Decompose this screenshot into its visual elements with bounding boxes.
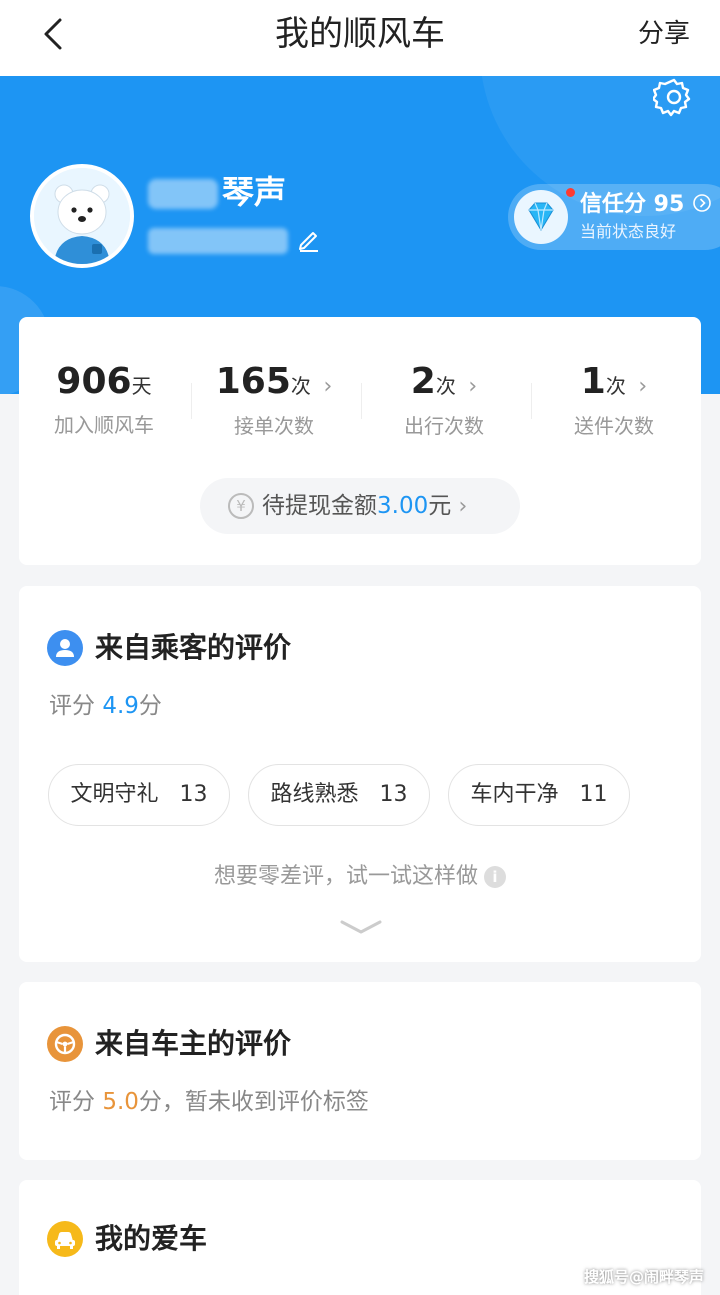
stat-value: 165 <box>215 361 291 402</box>
stat-label: 接单次数 <box>234 414 314 438</box>
tip-text: 想要零差评，试一试这样做 <box>213 864 478 889</box>
chevron-right-icon: › <box>458 494 468 519</box>
expand-button[interactable] <box>338 916 384 938</box>
driver-score: 评分 5.0分，暂未收到评价标签 <box>49 1089 369 1115</box>
username-text: 琴声 <box>222 173 287 211</box>
blurred-phone-number <box>148 228 288 254</box>
chevron-right-icon: › <box>323 374 333 399</box>
stat-unit: 天 <box>131 374 152 398</box>
passenger-icon <box>47 630 83 666</box>
stat-value: 2 <box>410 361 436 402</box>
gear-icon <box>651 78 691 117</box>
avatar[interactable] <box>30 164 134 268</box>
chevron-right-circle-icon <box>693 194 711 212</box>
section-title: 来自车主的评价 <box>95 1027 292 1060</box>
withdraw-unit: 元 <box>428 493 452 519</box>
username: 琴声 <box>148 172 286 212</box>
stat-unit: 次 <box>435 374 456 398</box>
stat-deliveries[interactable]: 1次 › 送件次数 <box>529 359 699 440</box>
page-title: 我的顺风车 <box>275 14 445 54</box>
withdraw-balance-button[interactable]: ¥ 待提现金额3.00元 › <box>200 478 520 534</box>
review-tag[interactable]: 路线熟悉 13 <box>248 764 430 826</box>
stat-trips[interactable]: 2次 › 出行次数 <box>359 359 529 440</box>
settings-button[interactable] <box>651 76 695 118</box>
stat-label: 加入顺风车 <box>54 413 154 437</box>
share-button[interactable]: 分享 <box>638 16 690 52</box>
passenger-score: 评分 4.9分 <box>49 693 162 719</box>
stat-value: 906 <box>56 361 132 402</box>
stat-orders-taken[interactable]: 165次 › 接单次数 <box>189 359 359 440</box>
chevron-right-icon: › <box>468 374 478 399</box>
stat-label: 出行次数 <box>404 414 484 438</box>
stat-unit: 次 <box>290 374 311 398</box>
section-title: 我的爱车 <box>95 1222 208 1255</box>
stats-card: 906天 加入顺风车 165次 › 接单次数 2次 › 出行次数 1次 › 送件… <box>19 317 701 565</box>
yuan-icon: ¥ <box>228 493 254 519</box>
chevron-right-icon: › <box>638 374 648 399</box>
watermark-text: 搜狐号@闹畔琴声 <box>583 1268 704 1286</box>
polar-bear-avatar-icon <box>34 168 130 264</box>
review-tag[interactable]: 文明守礼 13 <box>48 764 230 826</box>
steering-wheel-icon <box>47 1026 83 1062</box>
review-tip[interactable]: 想要零差评，试一试这样做 i <box>19 862 701 892</box>
withdraw-label: 待提现金额 <box>262 493 377 519</box>
passenger-review-card: 来自乘客的评价 评分 4.9分 文明守礼 13 路线熟悉 13 车内干净 11 … <box>19 586 701 962</box>
diamond-icon <box>514 190 568 244</box>
trust-score-label: 信任分 95 <box>580 190 712 220</box>
notification-dot <box>566 188 575 197</box>
trust-score-badge[interactable]: 信任分 95 当前状态良好 <box>508 184 720 250</box>
stat-unit: 次 <box>605 374 626 398</box>
chevron-down-icon <box>340 920 382 934</box>
car-icon <box>47 1221 83 1257</box>
stat-label: 送件次数 <box>574 414 654 438</box>
blurred-name-part <box>148 179 218 209</box>
edit-profile-button[interactable] <box>296 226 322 252</box>
trust-status: 当前状态良好 <box>580 222 677 241</box>
review-tag[interactable]: 车内干净 11 <box>448 764 630 826</box>
driver-review-card: 来自车主的评价 评分 5.0分，暂未收到评价标签 <box>19 982 701 1160</box>
stat-days-joined: 906天 加入顺风车 <box>19 359 189 439</box>
section-title: 来自乘客的评价 <box>95 631 292 664</box>
stat-value: 1 <box>580 361 606 402</box>
info-icon: i <box>484 866 506 888</box>
withdraw-amount: 3.00 <box>377 493 429 519</box>
top-nav-bar: 我的顺风车 分享 <box>0 0 720 76</box>
pencil-icon <box>299 232 318 252</box>
